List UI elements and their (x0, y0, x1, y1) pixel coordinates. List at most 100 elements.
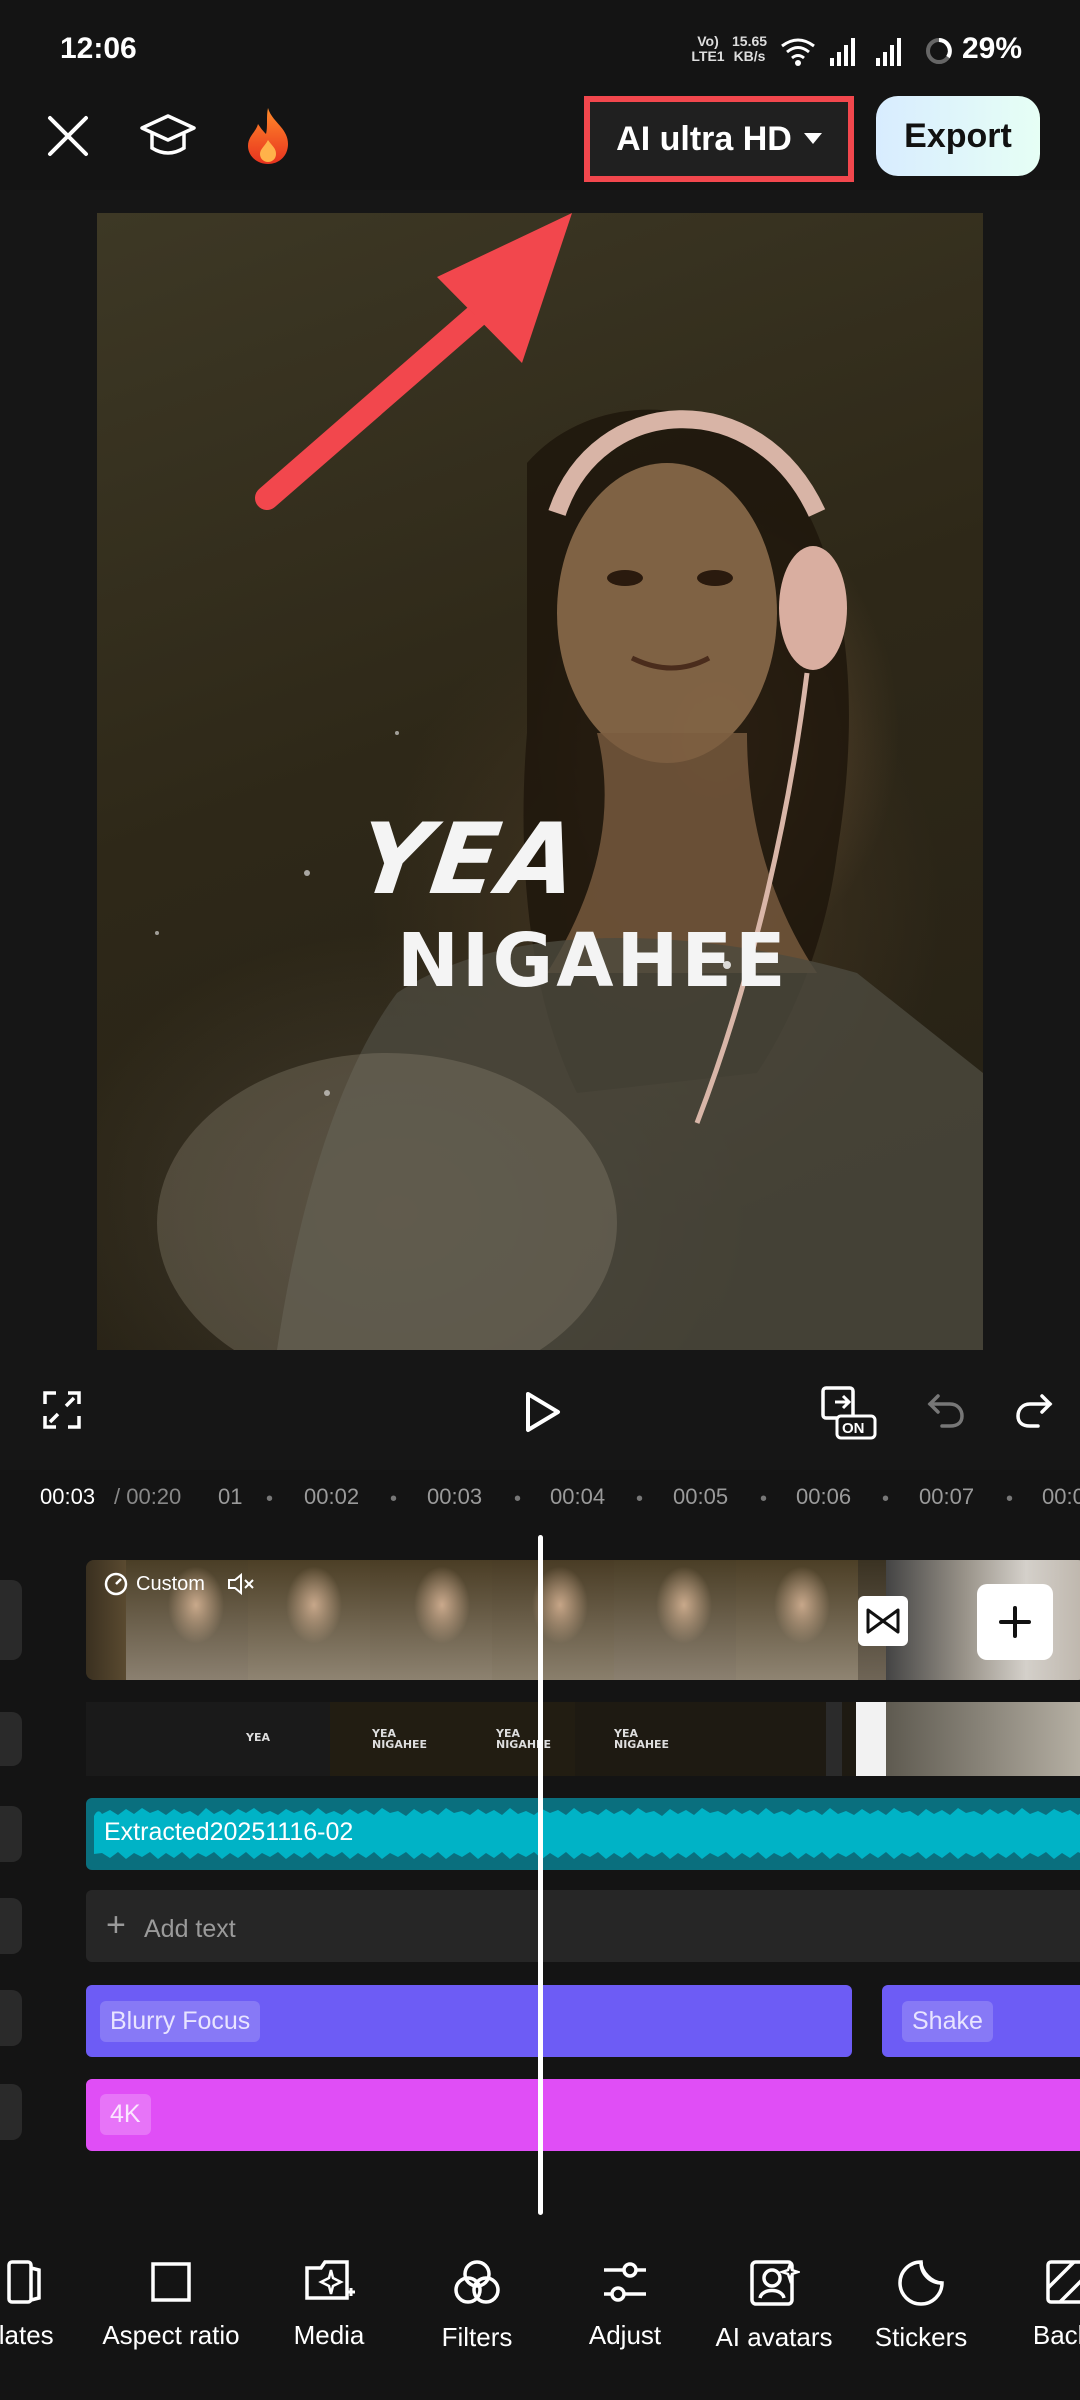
tool-ai-avatars[interactable]: AI avatars (689, 2258, 859, 2353)
tool-label: Backg (1032, 2320, 1080, 2350)
tool-background[interactable]: Backg (984, 2258, 1080, 2351)
clip-thumbnail (736, 1560, 858, 1680)
ruler-dot: • (760, 1488, 768, 1510)
overlay-snippet: YEA NIGAHEE (372, 1727, 428, 1751)
filter-clip[interactable] (86, 2079, 1080, 2151)
preview-toggle-button[interactable]: ON (818, 1384, 878, 1440)
overlay-snippet: YEA NIGAHEE (614, 1727, 670, 1751)
export-button[interactable]: Export (876, 96, 1040, 176)
plus-icon (999, 1606, 1031, 1638)
transition-icon (866, 1608, 900, 1634)
ruler-dot: • (636, 1488, 644, 1510)
lyric-line-1: YEA (350, 803, 587, 917)
fullscreen-icon (43, 1391, 81, 1429)
add-clip-button[interactable] (977, 1584, 1053, 1660)
clip-thumbnail (492, 1560, 614, 1680)
clip-thumbnail (248, 1560, 370, 1680)
effect-label: Shake (902, 2001, 993, 2042)
media-icon (305, 2260, 355, 2300)
ruler-tick: 00:05 (673, 1484, 729, 1509)
stickers-icon (898, 2260, 944, 2306)
ruler-tick: 00:03 (427, 1484, 483, 1509)
track-handle[interactable] (0, 1580, 22, 1660)
tool-label: Media (293, 2320, 365, 2350)
filters-icon (454, 2260, 500, 2304)
tool-media[interactable]: Media (244, 2258, 414, 2351)
tool-label: Aspect ratio (102, 2320, 240, 2350)
speed-icon (104, 1572, 128, 1596)
overlay-snippet: YEA (246, 1731, 270, 1744)
play-button[interactable] (516, 1386, 568, 1438)
clip-thumbnail (614, 1560, 736, 1680)
wifi-icon (781, 38, 815, 60)
track-handle[interactable] (0, 1712, 22, 1766)
tool-filters[interactable]: Filters (392, 2258, 562, 2353)
trending-button[interactable] (238, 104, 298, 168)
ruler-tick: 01 (218, 1484, 243, 1509)
status-icons (781, 38, 952, 66)
network-speed: 15.65 KB/s (732, 34, 767, 64)
overlay-track[interactable]: YEA YEA NIGAHEE YEA NIGAHEE YEA NIGAHEE (86, 1702, 1080, 1776)
overlay-segment (886, 1702, 1080, 1776)
redo-icon (1016, 1394, 1053, 1428)
track-handle[interactable] (0, 2084, 22, 2140)
transition-button[interactable] (858, 1596, 908, 1646)
ruler-dot: • (514, 1488, 522, 1510)
adjust-icon (604, 2262, 646, 2302)
tutorial-button[interactable] (136, 106, 200, 166)
clip-speed-label: Custom (136, 1572, 205, 1595)
play-icon (526, 1392, 560, 1432)
mute-icon (227, 1572, 254, 1596)
undo-button[interactable] (922, 1386, 970, 1434)
track-handle[interactable] (0, 1990, 22, 2046)
tool-label: Stickers (874, 2322, 968, 2352)
effect-label: Blurry Focus (100, 2001, 261, 2042)
quality-label: AI ultra HD (616, 119, 792, 158)
ruler-dot: • (390, 1488, 398, 1510)
undo-icon (927, 1394, 964, 1428)
tool-stickers[interactable]: Stickers (836, 2258, 1006, 2353)
tool-aspect-ratio[interactable]: Aspect ratio (86, 2258, 256, 2351)
current-time: 00:03 (40, 1484, 96, 1509)
quality-dropdown[interactable]: AI ultra HD (584, 96, 854, 182)
graduation-cap-icon (140, 114, 196, 155)
ruler-dot: • (1006, 1488, 1014, 1510)
fullscreen-button[interactable] (38, 1386, 86, 1434)
track-handle[interactable] (0, 1898, 22, 1954)
add-text-plus-icon: + (106, 1906, 126, 1944)
close-button[interactable] (40, 108, 96, 164)
clip-thumbnail (370, 1560, 492, 1680)
redo-button[interactable] (1010, 1386, 1058, 1434)
network-speed-value: 15.65 (732, 33, 768, 49)
overlay-segment (86, 1702, 330, 1776)
track-handle[interactable] (0, 1806, 22, 1862)
ruler-tick: 00:06 (796, 1484, 852, 1509)
battery-percent: 29% (962, 32, 1023, 65)
lyric-line-2: NIGAHEE (397, 918, 789, 1004)
ruler-tick: 00:07 (919, 1484, 975, 1509)
network-speed-unit: KB/s (733, 48, 766, 64)
ruler-dot: • (266, 1488, 274, 1510)
overlay-segment (856, 1702, 886, 1776)
filter-label: 4K (100, 2094, 151, 2135)
templates-icon (7, 2260, 41, 2304)
playhead[interactable] (538, 1535, 543, 2215)
add-text-label: Add text (144, 1915, 236, 1943)
video-preview[interactable]: YEA NIGAHEE (97, 213, 983, 1350)
total-time: / 00:20 (114, 1484, 182, 1509)
ruler-tick: 00:02 (304, 1484, 360, 1509)
tool-label: Filters (441, 2322, 513, 2352)
background-icon (1046, 2260, 1080, 2304)
audio-track-label: Extracted20251116-02 (104, 1818, 354, 1846)
ruler-tick: 00:04 (550, 1484, 606, 1509)
fire-icon (248, 108, 288, 164)
tool-adjust[interactable]: Adjust (540, 2258, 710, 2351)
signal-icon-1 (830, 38, 855, 66)
tool-label: Adjust (588, 2320, 662, 2350)
ai-avatars-icon (750, 2260, 800, 2306)
preview-scene (155, 213, 983, 1350)
network-type: Vo) LTE1 (691, 33, 725, 64)
caret-down-icon (803, 133, 822, 144)
signal-icon-2 (876, 38, 901, 66)
clip-speed-chip[interactable]: Custom (104, 1572, 255, 1596)
